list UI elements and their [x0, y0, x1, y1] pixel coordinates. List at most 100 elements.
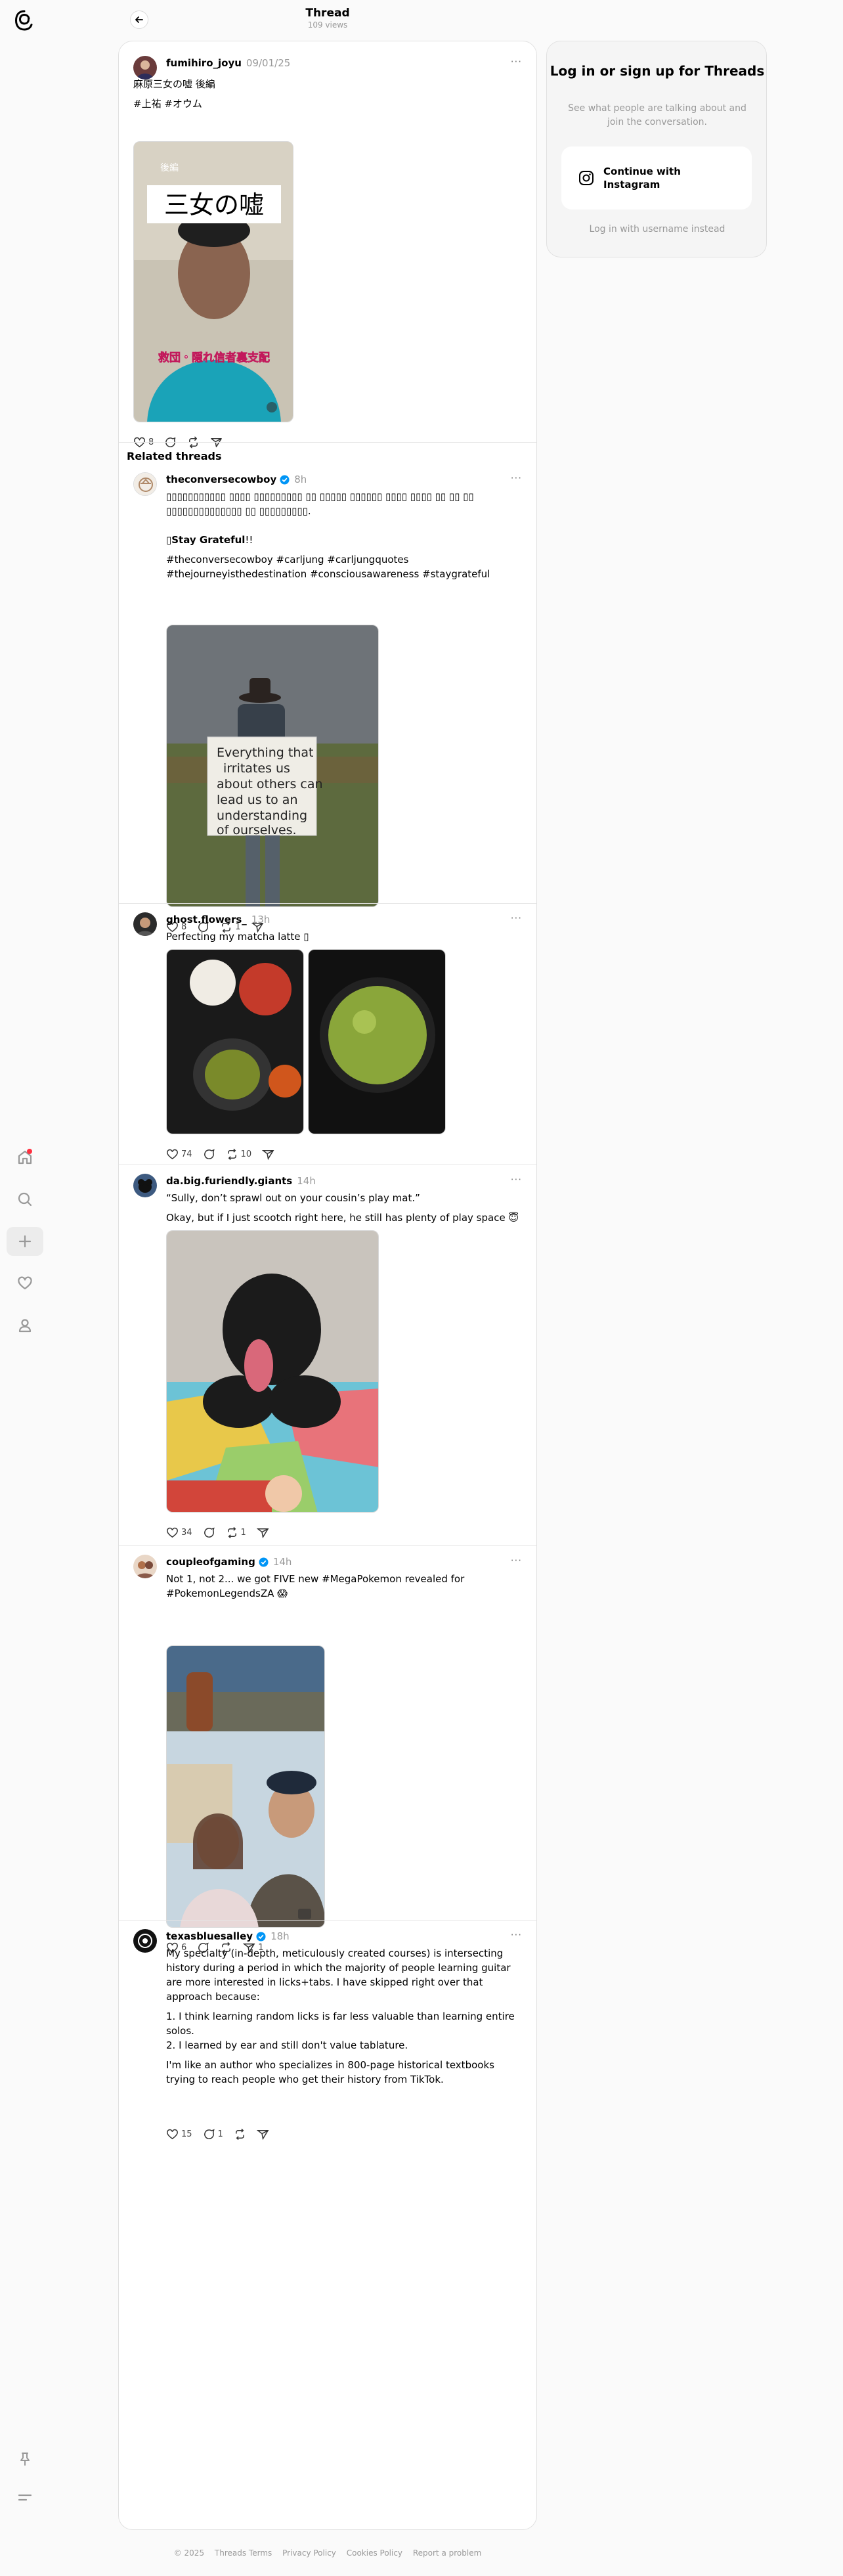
comment-icon — [204, 1527, 215, 1538]
avatar[interactable] — [133, 912, 157, 936]
more-options-button[interactable]: ··· — [511, 912, 522, 924]
continue-with-instagram-button[interactable]: Continue with Instagram — [561, 146, 752, 210]
username[interactable]: texasbluesalley — [166, 1930, 253, 1942]
send-icon — [256, 1528, 269, 1538]
divider — [119, 442, 536, 443]
post-image[interactable]: Everything that irritates us about other… — [166, 625, 379, 907]
share-button[interactable] — [256, 1526, 269, 1539]
post-image[interactable] — [308, 949, 446, 1134]
post-time[interactable]: 18h — [270, 1930, 290, 1942]
cookies-link[interactable]: Cookies Policy — [347, 2548, 402, 2558]
username[interactable]: ghost.flowers_ — [166, 914, 247, 925]
post-actions: 74 10 — [166, 1146, 285, 1162]
plus-icon — [18, 1235, 32, 1248]
avatar[interactable] — [133, 472, 157, 496]
search-icon — [18, 1192, 32, 1207]
related-threads-heading: Related threads — [127, 450, 222, 462]
share-button[interactable] — [262, 1148, 274, 1161]
post-hashtags[interactable]: #theconversecowboy #carljung #carljungqu… — [166, 552, 522, 581]
home-button[interactable] — [7, 1143, 43, 1172]
like-button[interactable]: 74 — [166, 1148, 192, 1161]
report-link[interactable]: Report a problem — [413, 2548, 481, 2558]
heart-icon — [167, 1149, 178, 1159]
menu-button[interactable] — [7, 2483, 43, 2512]
like-button[interactable]: 34 — [166, 1526, 192, 1539]
repost-button[interactable]: 10 — [226, 1148, 251, 1161]
more-options-button[interactable]: ··· — [511, 1555, 522, 1566]
post-time[interactable]: 13h — [251, 914, 270, 925]
verified-badge-icon — [256, 1931, 266, 1942]
privacy-link[interactable]: Privacy Policy — [282, 2548, 336, 2558]
more-options-button[interactable]: ··· — [511, 1929, 522, 1941]
post-text: ▯▯▯▯▯▯▯▯▯▯▯ ▯▯▯▯ ▯▯▯▯▯▯▯▯▯ ▯▯ ▯▯▯▯▯ ▯▯▯▯… — [166, 491, 474, 517]
related-post: theconversecowboy 8h ··· ▯▯▯▯▯▯▯▯▯▯▯ ▯▯▯… — [119, 472, 536, 939]
username[interactable]: fumihiro_joyu — [166, 57, 242, 69]
profile-button[interactable] — [7, 1311, 43, 1340]
like-button[interactable]: 15 — [166, 2128, 192, 2141]
repost-button[interactable]: 1 — [226, 1526, 246, 1539]
related-post: texasbluesalley 18h ··· My specialty (in… — [119, 1929, 536, 2146]
post-actions: 15 1 — [166, 2126, 280, 2142]
mute-icon[interactable] — [267, 402, 277, 412]
related-post: coupleofgaming 14h ··· Not 1, not 2... w… — [119, 1555, 536, 1953]
view-count: 109 views — [307, 20, 348, 30]
post-actions: 34 1 — [166, 1524, 280, 1540]
more-options-button[interactable]: ··· — [511, 1174, 522, 1186]
divider — [119, 1545, 536, 1546]
like-count: 34 — [181, 1527, 192, 1538]
more-options-button[interactable]: ··· — [511, 56, 522, 68]
more-options-button[interactable]: ··· — [511, 472, 522, 484]
post-time[interactable]: 14h — [273, 1556, 292, 1568]
avatar[interactable] — [133, 1174, 157, 1197]
post-text: Not 1, not 2... we got FIVE new #MegaPok… — [166, 1573, 465, 1599]
activity-button[interactable] — [7, 1269, 43, 1298]
comment-icon — [204, 2129, 215, 2139]
create-button[interactable] — [7, 1227, 43, 1256]
comment-icon — [204, 1149, 215, 1159]
post-image[interactable] — [166, 1230, 379, 1513]
terms-link[interactable]: Threads Terms — [215, 2548, 272, 2558]
post-image[interactable] — [166, 949, 304, 1134]
reply-button[interactable] — [203, 1526, 215, 1539]
search-button[interactable] — [7, 1185, 43, 1214]
post-video[interactable] — [166, 1645, 325, 1928]
post-text: 麻原三女の嘘 後編 — [133, 78, 215, 90]
repost-icon — [227, 1526, 236, 1538]
threads-logo-icon[interactable] — [13, 9, 35, 32]
thread-header: Thread 109 views — [118, 0, 537, 38]
pinned-button[interactable] — [7, 2445, 43, 2474]
username[interactable]: theconversecowboy — [166, 474, 276, 485]
login-subtitle: See what people are talking about and jo… — [568, 103, 746, 127]
repost-icon — [235, 2128, 244, 2140]
post-text: Perfecting my matcha latte ▯ — [166, 931, 309, 943]
username[interactable]: da.big.furiendly.giants — [166, 1175, 292, 1187]
video-caption: 救団・隠れ信者裏支配 — [158, 351, 270, 365]
left-rail — [0, 0, 50, 2576]
post-time[interactable]: 14h — [297, 1175, 316, 1187]
reply-button[interactable] — [203, 1148, 215, 1161]
reply-button[interactable]: 1 — [203, 2128, 223, 2141]
heart-icon — [167, 1527, 178, 1538]
repost-button[interactable] — [234, 2128, 246, 2141]
avatar[interactable] — [133, 1929, 157, 1953]
post-text: “Sully, don’t sprawl out on your cousin’… — [166, 1192, 420, 1204]
post-hashtags[interactable]: #上祐 #オウム — [133, 97, 215, 111]
profile-icon — [18, 1319, 32, 1333]
reply-count: 1 — [217, 2129, 223, 2139]
video-title: 三女の嘘 — [164, 190, 264, 219]
heart-icon — [167, 2129, 178, 2139]
post-text: I'm like an author who specializes in 80… — [166, 2059, 494, 2085]
related-post: da.big.furiendly.giants 14h ··· “Sully, … — [119, 1174, 536, 1542]
instagram-button-label: Continue with Instagram — [603, 166, 681, 190]
avatar[interactable] — [133, 1555, 157, 1578]
share-button[interactable] — [256, 2128, 269, 2141]
post-time[interactable]: 8h — [294, 474, 307, 485]
avatar[interactable] — [133, 56, 157, 79]
post-time[interactable]: 09/01/25 — [246, 57, 290, 69]
menu-icon — [18, 2494, 32, 2501]
instagram-icon — [579, 171, 594, 185]
username-login-link[interactable]: Log in with username instead — [547, 224, 767, 234]
verified-badge-icon — [280, 474, 290, 485]
username[interactable]: coupleofgaming — [166, 1556, 255, 1568]
post-video[interactable]: 三女の嘘 後編 救団・隠れ信者裏支配 — [133, 141, 293, 422]
